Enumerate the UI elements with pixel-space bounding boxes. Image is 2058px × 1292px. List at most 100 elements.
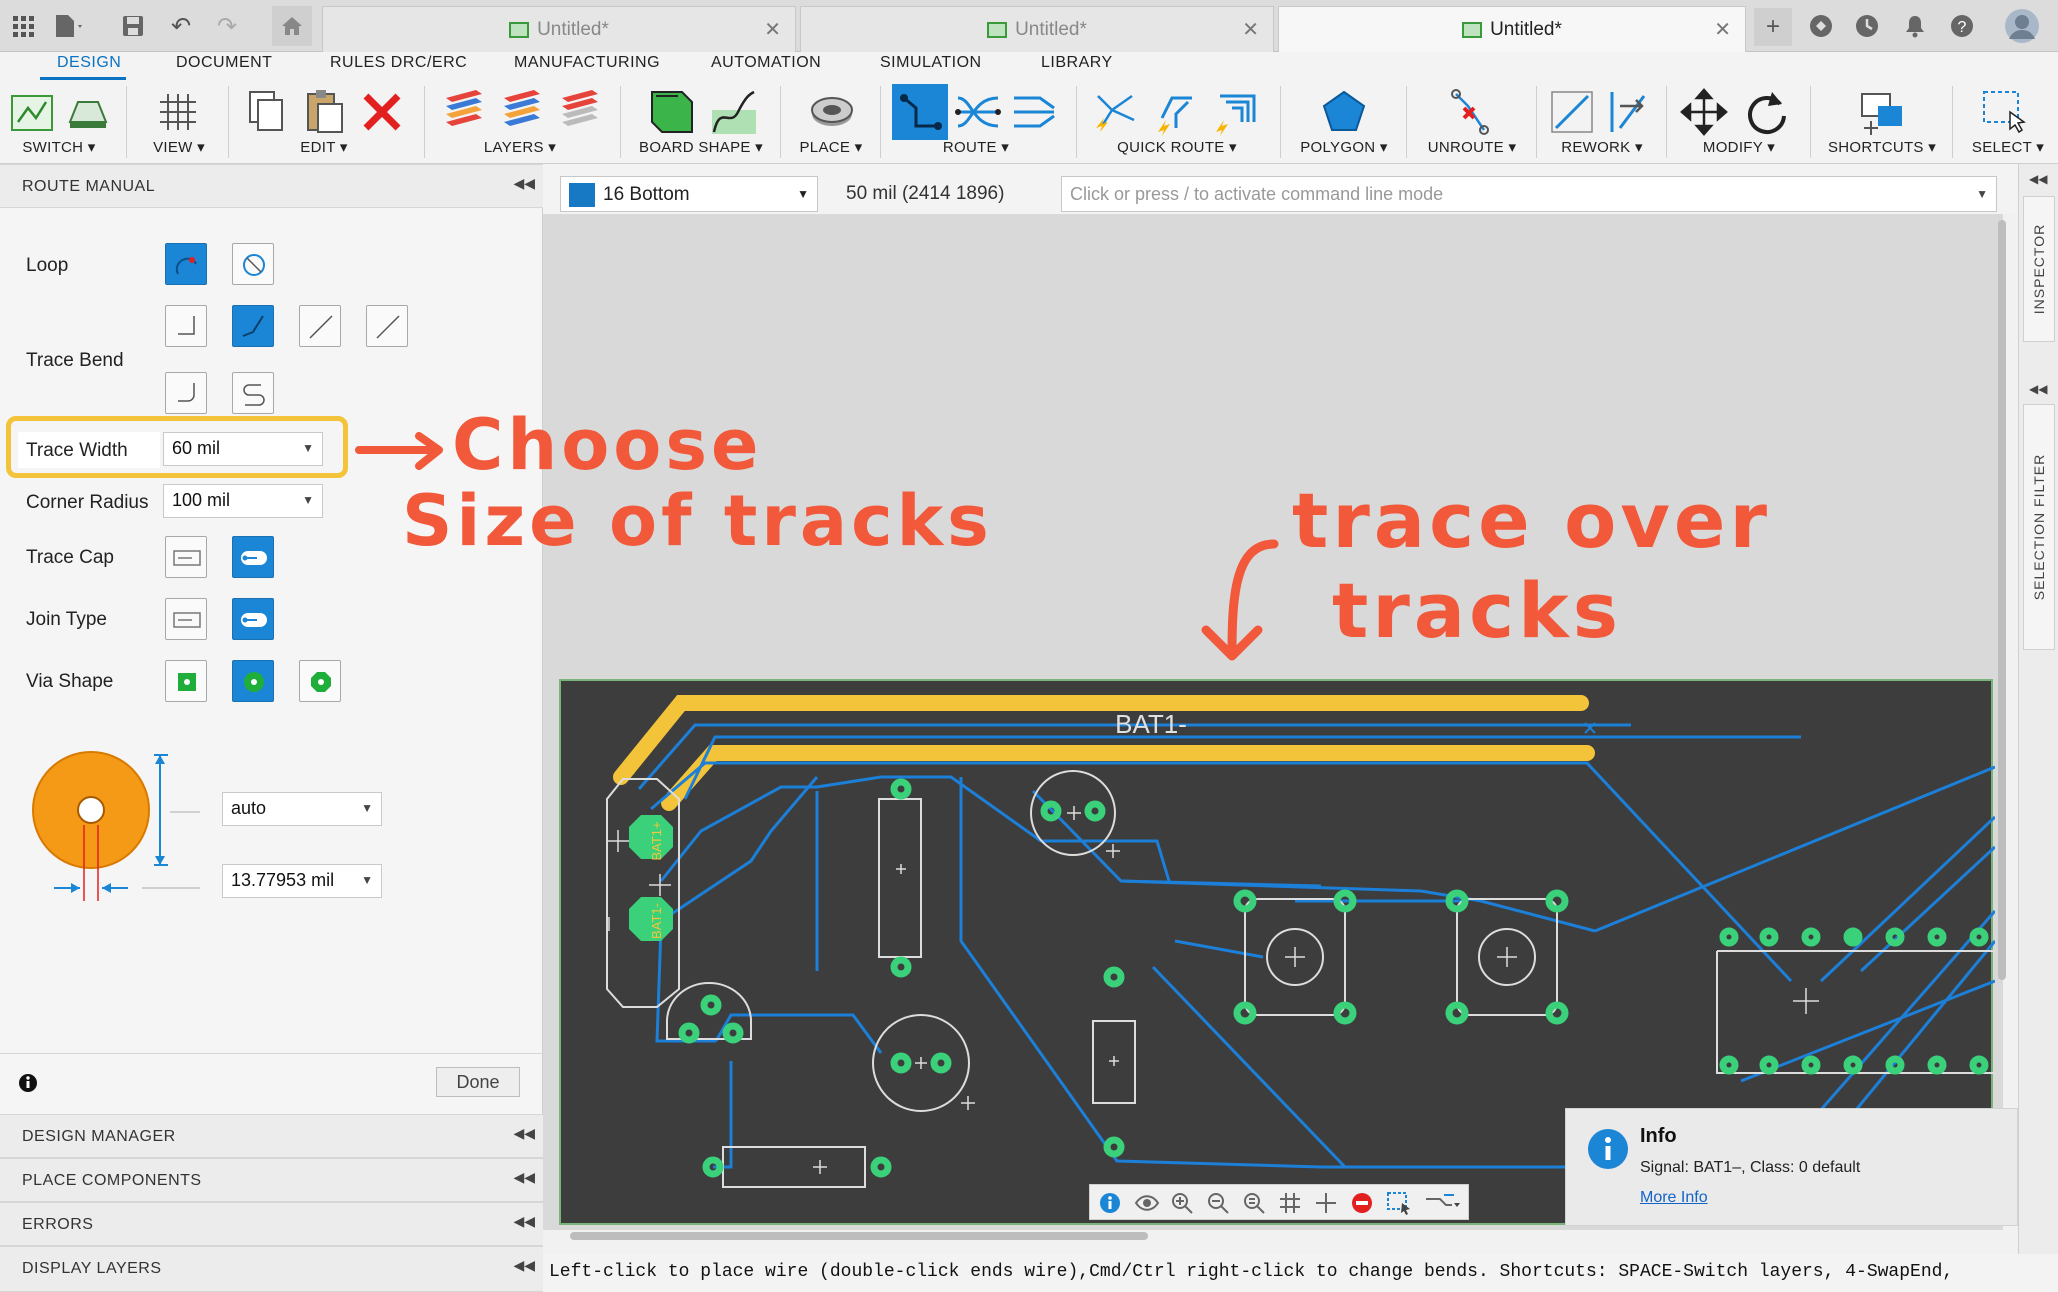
expand-icon[interactable]: ◀◀ [513, 1213, 535, 1230]
expand-icon[interactable]: ◀◀ [513, 1125, 535, 1142]
tab-1[interactable]: Untitled* ✕ [322, 6, 796, 52]
crosshair-icon[interactable] [1314, 1191, 1338, 1215]
menu-simulation[interactable]: SIMULATION [880, 54, 982, 72]
menu-manufacturing[interactable]: MANUFACTURING [514, 54, 660, 72]
drill-size-dropdown[interactable]: auto ▼ [222, 792, 382, 826]
apps-grid-icon[interactable] [6, 10, 40, 42]
undo-icon[interactable]: ↶ [164, 10, 198, 42]
separator [228, 86, 229, 158]
inspector-tab[interactable]: INSPECTOR [2023, 196, 2055, 342]
ribbon-group-board-shape[interactable]: BOARD SHAPE ▾ [626, 80, 776, 164]
ribbon-group-edit[interactable]: EDIT ▾ [234, 80, 414, 164]
info-icon[interactable] [1098, 1191, 1122, 1215]
via-square-button[interactable] [165, 660, 207, 702]
cap-round-icon [241, 551, 267, 565]
join-flat-button[interactable] [165, 598, 207, 640]
layer-dropdown[interactable]: 16 Bottom ▼ [560, 176, 818, 212]
place-label: PLACE ▾ [799, 139, 863, 156]
zoom-out-icon[interactable] [1206, 1191, 1230, 1215]
eye-icon[interactable] [1134, 1191, 1160, 1215]
inspector-label: INSPECTOR [2031, 223, 2047, 315]
extensions-icon[interactable] [1804, 10, 1838, 42]
tab-3-active[interactable]: Untitled* ✕ [1278, 6, 1746, 52]
section-errors[interactable]: ERRORS ◀◀ [0, 1202, 543, 1246]
bend-90-button[interactable] [165, 305, 207, 347]
vertical-scrollbar[interactable] [1998, 220, 2006, 980]
section-place-components[interactable]: PLACE COMPONENTS ◀◀ [0, 1158, 543, 1202]
close-icon[interactable]: ✕ [1714, 17, 1731, 42]
expand-icon[interactable]: ◀◀ [513, 1257, 535, 1274]
cap-flat-button[interactable] [165, 536, 207, 578]
zoom-fit-icon[interactable] [1242, 1191, 1266, 1215]
loop-off-icon [243, 254, 265, 276]
menu-library[interactable]: LIBRARY [1041, 54, 1113, 72]
info-icon[interactable] [18, 1073, 38, 1093]
loop-on-button[interactable] [165, 243, 207, 285]
redo-icon[interactable]: ↷ [210, 10, 244, 42]
done-button[interactable]: Done [436, 1067, 520, 1097]
ribbon-group-select[interactable]: SELECT ▾ [1958, 80, 2058, 164]
section-design-manager[interactable]: DESIGN MANAGER ◀◀ [0, 1114, 543, 1158]
ribbon-group-route[interactable]: ROUTE ▾ [886, 80, 1066, 164]
help-icon[interactable]: ? [1945, 10, 1979, 42]
ribbon-group-switch[interactable]: SWITCH ▾ [0, 80, 118, 164]
zoom-in-icon[interactable] [1170, 1191, 1194, 1215]
section-display-layers[interactable]: DISPLAY LAYERS ◀◀ [0, 1246, 543, 1292]
close-icon[interactable]: ✕ [1242, 17, 1259, 42]
ribbon-group-place[interactable]: PLACE ▾ [786, 80, 876, 164]
corner-radius-dropdown[interactable]: 100 mil ▼ [163, 484, 323, 518]
routing-options-icon[interactable] [1424, 1191, 1460, 1215]
file-menu-icon[interactable] [52, 10, 86, 42]
trace-bend-label: Trace Bend [26, 350, 124, 371]
horizontal-scrollbar[interactable] [570, 1232, 1148, 1240]
ribbon-group-layers[interactable]: LAYERS ▾ [430, 80, 610, 164]
stop-icon[interactable] [1350, 1191, 1374, 1215]
loop-off-button[interactable] [232, 243, 274, 285]
expand-icon[interactable]: ◀◀ [2029, 172, 2047, 186]
more-info-link[interactable]: More Info [1640, 1189, 1708, 1207]
menu-document[interactable]: DOCUMENT [176, 54, 272, 72]
menu-automation[interactable]: AUTOMATION [711, 54, 821, 72]
notifications-icon[interactable] [1898, 10, 1932, 42]
menu-rules-drc-erc[interactable]: RULES DRC/ERC [330, 54, 467, 72]
via-octagon-button[interactable] [299, 660, 341, 702]
user-avatar[interactable] [2002, 6, 2042, 46]
tab-2[interactable]: Untitled* ✕ [800, 6, 1274, 52]
home-icon[interactable] [272, 6, 312, 46]
info-title: Info [1640, 1125, 1677, 1147]
bend-s-button[interactable] [232, 372, 274, 414]
command-line-input[interactable]: Click or press / to activate command lin… [1061, 176, 1997, 212]
expand-icon[interactable]: ◀◀ [2029, 382, 2047, 396]
ribbon-group-rework[interactable]: REWORK ▾ [1542, 80, 1662, 164]
via-diameter-dropdown[interactable]: 13.77953 mil ▼ [222, 864, 382, 898]
bend-45-button[interactable] [232, 305, 274, 347]
join-round-button[interactable] [232, 598, 274, 640]
view-label: VIEW ▾ [153, 139, 205, 156]
job-status-icon[interactable] [1850, 10, 1884, 42]
bend-s-icon [243, 384, 265, 406]
quick-route-signal-icon [1158, 96, 1192, 136]
select-area-icon[interactable] [1386, 1191, 1412, 1215]
close-icon[interactable]: ✕ [764, 17, 781, 42]
ribbon-group-view[interactable]: VIEW ▾ [134, 80, 224, 164]
menu-design[interactable]: DESIGN [57, 54, 121, 72]
separator [1406, 86, 1407, 158]
ribbon-group-quick-route[interactable]: QUICK ROUTE ▾ [1082, 80, 1272, 164]
expand-icon[interactable]: ◀◀ [513, 1169, 535, 1186]
ribbon-group-polygon[interactable]: POLYGON ▾ [1286, 80, 1402, 164]
panel-header[interactable]: ROUTE MANUAL ◀◀ [0, 164, 543, 208]
bend-arc-button[interactable] [165, 372, 207, 414]
new-tab-icon[interactable]: + [1754, 8, 1792, 46]
ribbon-group-shortcuts[interactable]: SHORTCUTS ▾ [1816, 80, 1948, 164]
grid-icon[interactable] [1278, 1191, 1302, 1215]
via-round-button[interactable] [232, 660, 274, 702]
bend-free-button[interactable] [366, 305, 408, 347]
save-icon[interactable] [116, 10, 150, 42]
collapse-icon[interactable]: ◀◀ [513, 175, 535, 192]
ribbon-group-modify[interactable]: MODIFY ▾ [1672, 80, 1806, 164]
trace-width-dropdown[interactable]: 60 mil ▼ [163, 432, 323, 466]
selection-filter-tab[interactable]: SELECTION FILTER [2023, 404, 2055, 650]
cap-round-button[interactable] [232, 536, 274, 578]
ribbon-group-unroute[interactable]: UNROUTE ▾ [1412, 80, 1532, 164]
bend-straight-button[interactable] [299, 305, 341, 347]
